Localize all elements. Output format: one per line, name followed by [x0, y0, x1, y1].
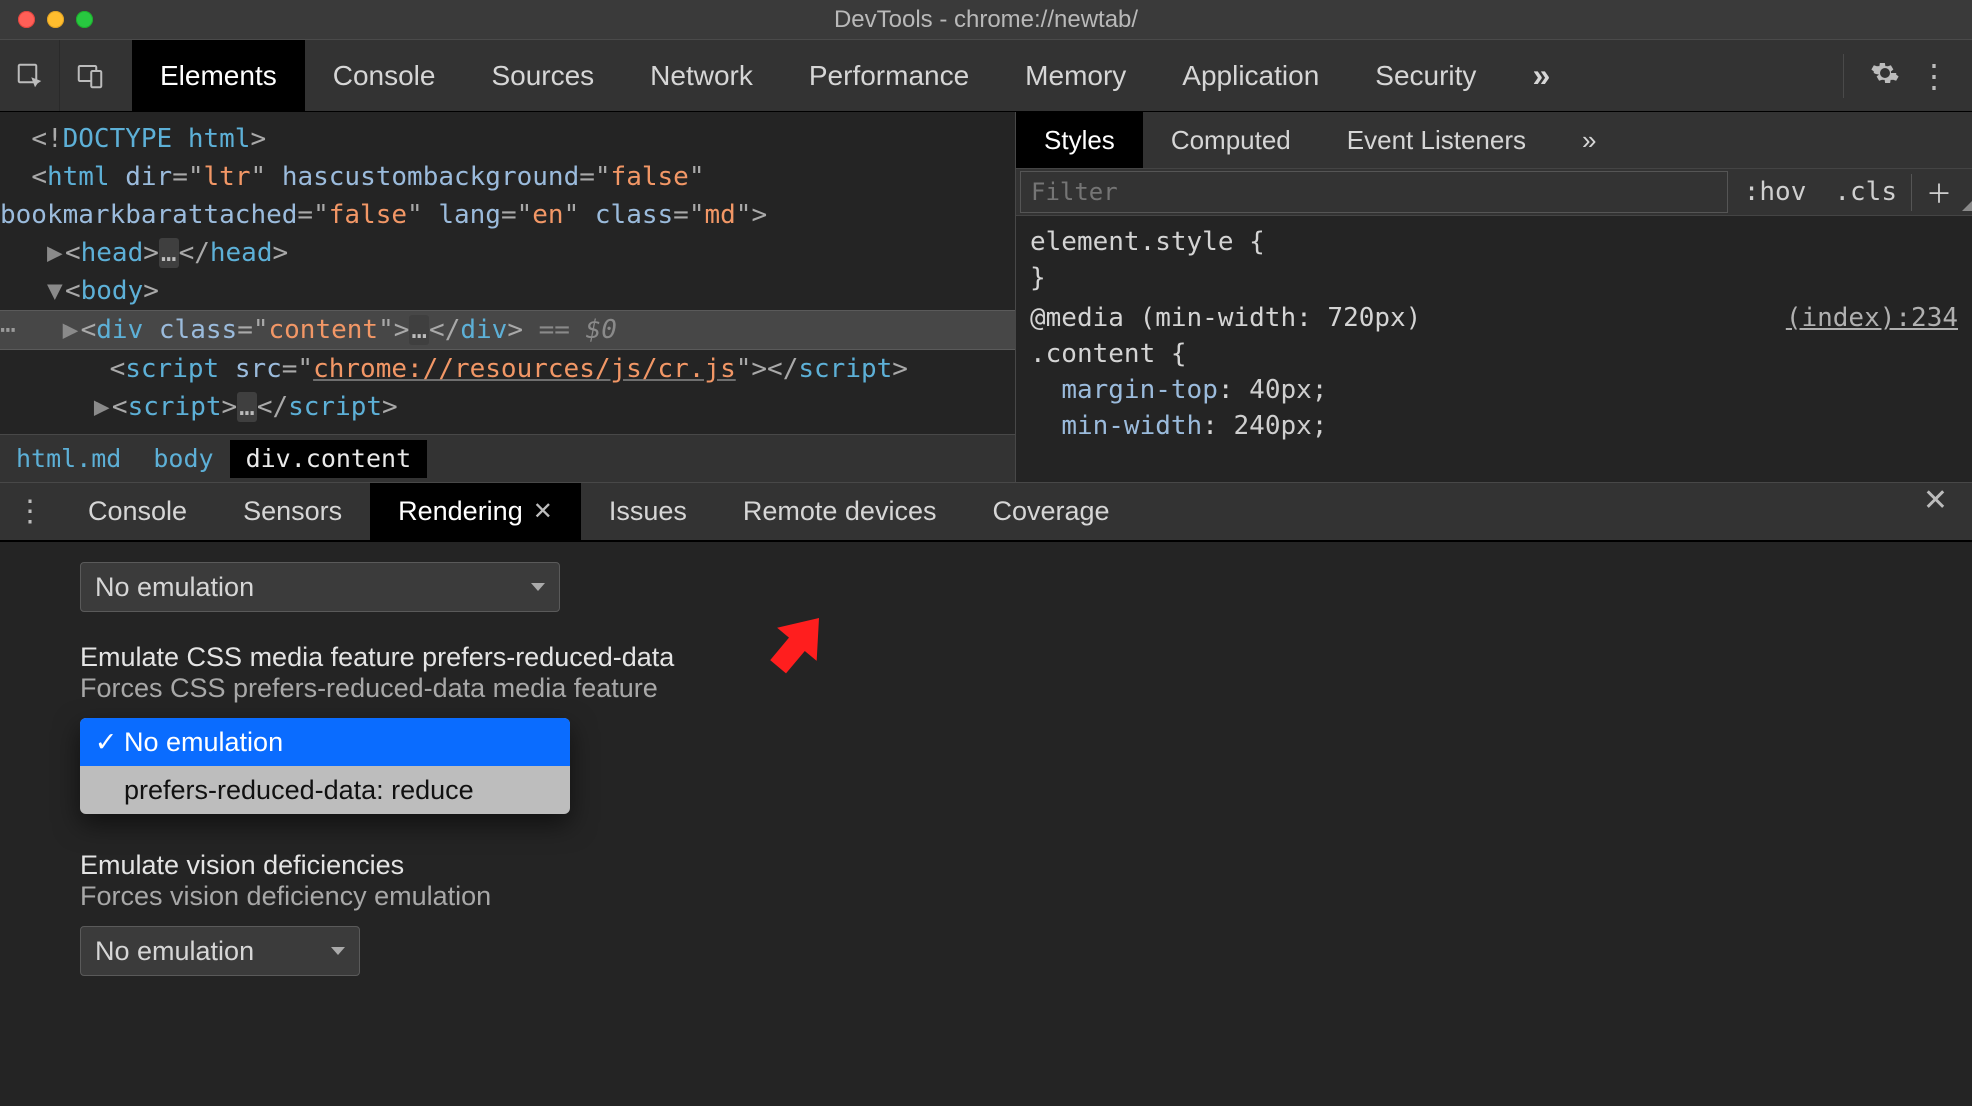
- drawer-tab-bar: ⋮ Console Sensors Rendering ✕ Issues Rem…: [0, 482, 1972, 542]
- styles-tab-computed[interactable]: Computed: [1143, 112, 1319, 168]
- css-media-type-select[interactable]: No emulation: [80, 562, 560, 612]
- drawer-tab-console[interactable]: Console: [60, 483, 215, 540]
- chevron-down-icon: [331, 947, 345, 955]
- styles-body[interactable]: element.style { } (index):234 @media (mi…: [1016, 216, 1972, 482]
- window-controls: [18, 11, 93, 28]
- chevron-double-right-icon: »: [1532, 57, 1548, 94]
- option-prefers-reduced-data-reduce[interactable]: prefers-reduced-data: reduce: [80, 766, 570, 814]
- vision-deficiencies-sub: Forces vision deficiency emulation: [80, 881, 1892, 912]
- styles-tab-event-listeners[interactable]: Event Listeners: [1319, 112, 1554, 168]
- main-tabs: Elements Console Sources Network Perform…: [120, 40, 1835, 111]
- prefers-reduced-data-select-open[interactable]: ✓ No emulation prefers-reduced-data: red…: [80, 718, 570, 814]
- settings-gear-icon[interactable]: [1870, 58, 1900, 93]
- tab-elements[interactable]: Elements: [132, 40, 305, 111]
- drawer-tab-remote-devices[interactable]: Remote devices: [715, 483, 965, 540]
- drawer-tab-issues[interactable]: Issues: [581, 483, 715, 540]
- dom-tree[interactable]: <!DOCTYPE html> <html dir="ltr" hascusto…: [0, 112, 1015, 482]
- tab-memory[interactable]: Memory: [997, 40, 1154, 111]
- option-no-emulation[interactable]: ✓ No emulation: [80, 718, 570, 766]
- drawer-tab-sensors[interactable]: Sensors: [215, 483, 370, 540]
- minimize-window-button[interactable]: [47, 11, 64, 28]
- styles-tab-bar: Styles Computed Event Listeners »: [1016, 112, 1972, 168]
- prefers-reduced-data-sub: Forces CSS prefers-reduced-data media fe…: [80, 673, 1892, 704]
- main-tab-bar: Elements Console Sources Network Perform…: [0, 40, 1972, 112]
- tab-console[interactable]: Console: [305, 40, 464, 111]
- resize-corner-icon[interactable]: [1962, 201, 1972, 211]
- styles-pane: Styles Computed Event Listeners » :hov .…: [1015, 112, 1972, 482]
- tab-security[interactable]: Security: [1347, 40, 1504, 111]
- kebab-menu-icon[interactable]: ⋮: [1918, 57, 1948, 95]
- source-link[interactable]: (index):234: [1786, 300, 1958, 336]
- maximize-window-button[interactable]: [76, 11, 93, 28]
- separator: [1843, 54, 1844, 98]
- vision-deficiencies-title: Emulate vision deficiencies: [80, 850, 1892, 881]
- element-style-block: element.style { }: [1030, 224, 1958, 296]
- drawer-tab-coverage[interactable]: Coverage: [964, 483, 1137, 540]
- close-tab-icon[interactable]: ✕: [533, 497, 553, 526]
- check-icon: ✓: [94, 727, 118, 758]
- breadcrumb: html.md body div.content: [0, 434, 1015, 482]
- vision-deficiency-select[interactable]: No emulation: [80, 926, 360, 976]
- breadcrumb-div-content[interactable]: div.content: [230, 440, 428, 478]
- tab-performance[interactable]: Performance: [781, 40, 997, 111]
- drawer-tab-rendering[interactable]: Rendering ✕: [370, 483, 581, 540]
- tab-network[interactable]: Network: [622, 40, 781, 111]
- styles-filter-input[interactable]: [1020, 171, 1728, 213]
- breadcrumb-body[interactable]: body: [137, 440, 229, 478]
- annotation-arrow-icon: [755, 600, 841, 693]
- styles-tab-more[interactable]: »: [1554, 112, 1624, 168]
- cls-toggle[interactable]: .cls: [1820, 177, 1911, 207]
- drawer-kebab-menu-icon[interactable]: ⋮: [0, 483, 60, 540]
- new-style-rule-button[interactable]: ＋: [1911, 174, 1958, 211]
- tab-sources[interactable]: Sources: [463, 40, 622, 111]
- device-toolbar-icon[interactable]: [60, 40, 120, 111]
- workspace: <!DOCTYPE html> <html dir="ltr" hascusto…: [0, 112, 1972, 482]
- close-window-button[interactable]: [18, 11, 35, 28]
- breadcrumb-html[interactable]: html.md: [0, 440, 137, 478]
- window-title: DevTools - chrome://newtab/: [834, 6, 1138, 34]
- hov-toggle[interactable]: :hov: [1730, 177, 1821, 207]
- drawer-close-icon[interactable]: ✕: [1899, 483, 1972, 540]
- titlebar: DevTools - chrome://newtab/: [0, 0, 1972, 40]
- tab-application[interactable]: Application: [1154, 40, 1347, 111]
- tab-more[interactable]: »: [1504, 40, 1576, 111]
- media-rule-block: (index):234 @media (min-width: 720px) .c…: [1030, 300, 1958, 444]
- rendering-panel: No emulation Emulate CSS media feature p…: [0, 542, 1972, 1102]
- styles-tab-styles[interactable]: Styles: [1016, 112, 1143, 168]
- styles-filter-row: :hov .cls ＋: [1016, 168, 1972, 216]
- prefers-reduced-data-title: Emulate CSS media feature prefers-reduce…: [80, 642, 1892, 673]
- chevron-down-icon: [531, 583, 545, 591]
- inspect-element-icon[interactable]: [0, 40, 60, 111]
- chevron-double-right-icon: »: [1582, 125, 1596, 156]
